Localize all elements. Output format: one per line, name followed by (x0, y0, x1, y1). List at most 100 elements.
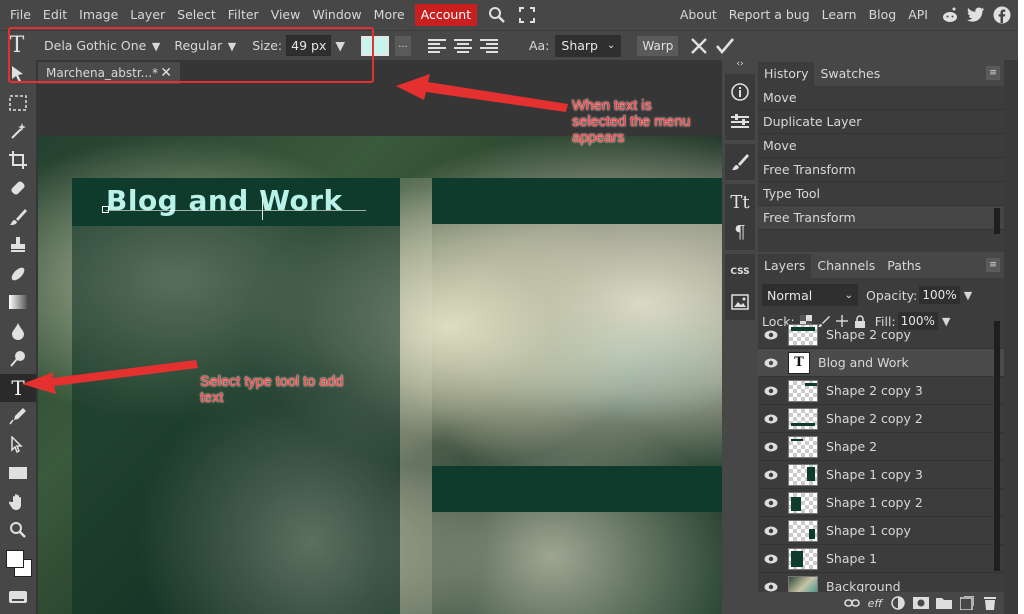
align-right-icon[interactable] (479, 36, 499, 56)
new-layer-icon[interactable] (959, 595, 975, 611)
visibility-eye-icon[interactable] (758, 554, 784, 564)
marquee-tool-icon[interactable] (0, 89, 36, 118)
canvas-text-layer[interactable]: Blog and Work (106, 184, 343, 217)
menu-window[interactable]: Window (306, 0, 367, 30)
antialias-select[interactable]: Sharp ⌄ (555, 34, 622, 57)
layer-row[interactable]: Shape 2 copy 3 (758, 377, 1004, 405)
menu-edit[interactable]: Edit (37, 0, 73, 30)
healing-tool-icon[interactable] (0, 174, 36, 203)
history-item[interactable]: Type Tool (758, 182, 1004, 206)
visibility-eye-icon[interactable] (758, 498, 784, 508)
menu-more[interactable]: More (368, 0, 411, 30)
visibility-eye-icon[interactable] (758, 386, 784, 396)
blend-mode-select[interactable]: Normal ⌄ (762, 284, 858, 306)
visibility-eye-icon[interactable] (758, 582, 784, 592)
menu-learn[interactable]: Learn (816, 0, 863, 30)
adjustment-icon[interactable] (890, 595, 906, 611)
path-select-tool-icon[interactable] (0, 431, 36, 460)
align-center-icon[interactable] (453, 36, 473, 56)
menu-view[interactable]: View (265, 0, 307, 30)
layer-row[interactable]: Shape 1 copy 3 (758, 461, 1004, 489)
foreground-color-swatch[interactable] (6, 549, 24, 568)
text-anchor-handle[interactable] (102, 206, 109, 213)
rectangle-tool-icon[interactable] (0, 459, 36, 488)
facebook-icon[interactable] (992, 5, 1012, 25)
account-button[interactable]: Account (414, 4, 478, 26)
visibility-eye-icon[interactable] (758, 470, 784, 480)
layer-row[interactable]: T Blog and Work (758, 349, 1004, 377)
character-panel-icon[interactable]: Tt (726, 188, 754, 216)
layer-row[interactable]: Shape 2 (758, 433, 1004, 461)
warp-button[interactable]: Warp (637, 35, 679, 56)
css-panel-icon[interactable]: CSS (726, 258, 754, 286)
info-icon[interactable] (726, 78, 754, 106)
reddit-icon[interactable] (940, 5, 960, 25)
menu-filter[interactable]: Filter (222, 0, 265, 30)
tab-layers[interactable]: Layers (758, 254, 812, 278)
tab-swatches[interactable]: Swatches (814, 62, 886, 86)
menu-about[interactable]: About (674, 0, 723, 30)
twitter-icon[interactable] (966, 5, 986, 25)
effects-icon[interactable]: eff (867, 595, 883, 611)
image-panel-icon[interactable] (726, 288, 754, 316)
history-item[interactable]: Duplicate Layer (758, 110, 1004, 134)
tab-history[interactable]: History (758, 62, 815, 86)
crop-tool-icon[interactable] (0, 146, 36, 175)
history-item[interactable]: Move (758, 134, 1004, 158)
layer-row[interactable]: Shape 2 copy 2 (758, 405, 1004, 433)
zoom-tool-icon[interactable] (0, 516, 36, 545)
tab-channels[interactable]: Channels (811, 254, 881, 278)
keyboard-icon[interactable] (0, 583, 36, 612)
history-item[interactable]: Free Transform (758, 158, 1004, 182)
eraser-tool-icon[interactable] (0, 260, 36, 289)
blur-tool-icon[interactable] (0, 317, 36, 346)
collapse-arrows[interactable]: ‹› (722, 60, 758, 70)
visibility-eye-icon[interactable] (758, 526, 784, 536)
menu-report-bug[interactable]: Report a bug (723, 0, 816, 30)
type-tool-icon[interactable]: T (0, 373, 36, 402)
menu-image[interactable]: Image (73, 0, 124, 30)
link-icon[interactable] (844, 595, 860, 611)
menu-api[interactable]: API (902, 0, 934, 30)
search-icon[interactable] (487, 5, 507, 25)
brush-tool-icon[interactable] (0, 203, 36, 232)
visibility-eye-icon[interactable] (758, 330, 784, 340)
adjustments-icon[interactable] (726, 108, 754, 136)
tab-paths[interactable]: Paths (881, 254, 927, 278)
layer-row[interactable]: Shape 1 copy 2 (758, 489, 1004, 517)
dodge-tool-icon[interactable] (0, 345, 36, 374)
cancel-icon[interactable] (688, 35, 710, 57)
history-item[interactable]: Free Transform (758, 206, 1004, 230)
align-left-icon[interactable] (427, 36, 447, 56)
layers-panel-menu-icon[interactable]: ≡ (986, 258, 1000, 272)
brush-settings-icon[interactable] (726, 148, 754, 176)
visibility-eye-icon[interactable] (758, 442, 784, 452)
canvas[interactable]: Blog and Work (38, 136, 722, 614)
visibility-eye-icon[interactable] (758, 414, 784, 424)
color-swatches-icon[interactable] (0, 545, 36, 583)
layer-row[interactable]: Shape 1 copy (758, 517, 1004, 545)
history-panel-menu-icon[interactable]: ≡ (986, 66, 1000, 80)
opacity-caret-icon[interactable]: ▼ (964, 289, 972, 302)
layer-row[interactable]: Shape 1 (758, 545, 1004, 573)
history-item[interactable]: Move (758, 86, 1004, 110)
menu-blog[interactable]: Blog (863, 0, 903, 30)
mask-icon[interactable] (913, 595, 929, 611)
hand-tool-icon[interactable] (0, 488, 36, 517)
opacity-input[interactable]: 100% (919, 286, 960, 304)
fullscreen-icon[interactable] (517, 5, 537, 25)
more-options-button[interactable]: ... (394, 35, 411, 56)
menu-file[interactable]: File (0, 0, 37, 30)
magic-wand-tool-icon[interactable] (0, 117, 36, 146)
stamp-tool-icon[interactable] (0, 231, 36, 260)
menu-select[interactable]: Select (171, 0, 222, 30)
layer-row[interactable]: Shape 2 copy (758, 321, 1004, 349)
layers-scrollbar[interactable] (994, 321, 1000, 571)
delete-icon[interactable] (982, 595, 998, 611)
paragraph-panel-icon[interactable]: ¶ (726, 218, 754, 246)
menu-layer[interactable]: Layer (124, 0, 171, 30)
pen-tool-icon[interactable] (0, 402, 36, 431)
layer-row[interactable]: Background (758, 573, 1004, 593)
gradient-tool-icon[interactable] (0, 288, 36, 317)
folder-icon[interactable] (936, 595, 952, 611)
